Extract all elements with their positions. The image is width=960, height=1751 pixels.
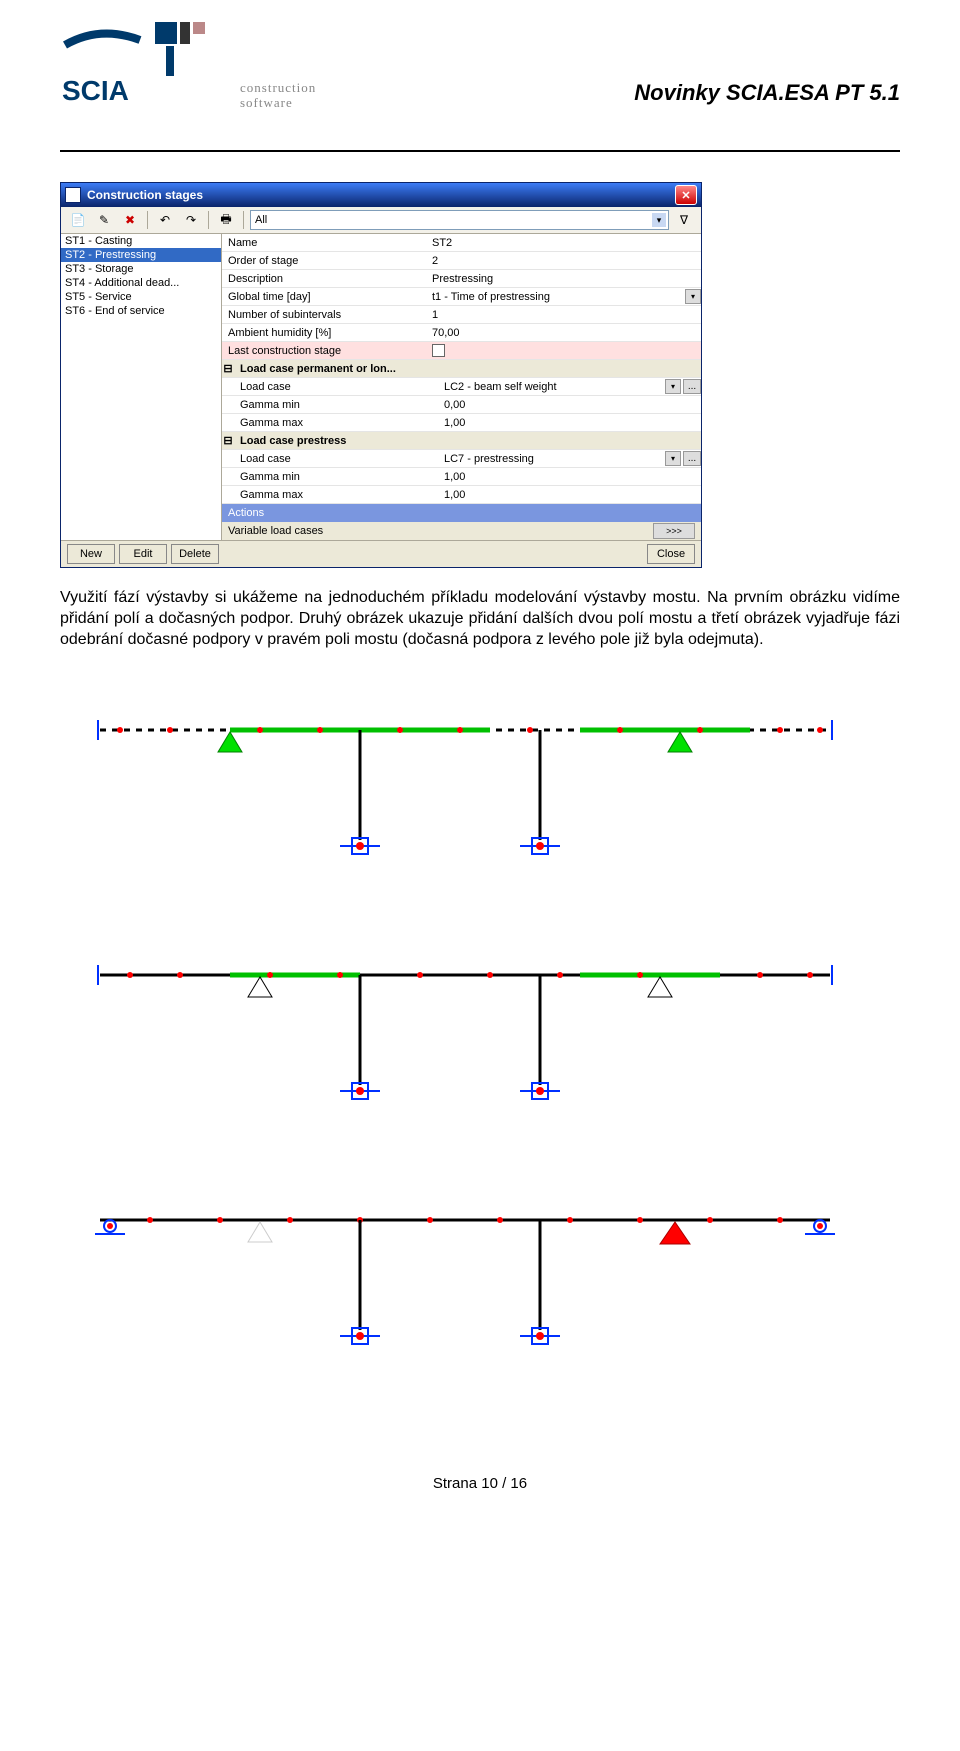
stage-item[interactable]: ST6 - End of service — [61, 304, 221, 318]
body-paragraph: Využití fází výstavby si ukážeme na jedn… — [60, 588, 900, 650]
scia-logo-icon: SCIA — [60, 20, 230, 110]
stage-item[interactable]: ST5 - Service — [61, 290, 221, 304]
prop-value[interactable]: 0,00 — [440, 399, 701, 411]
titlebar[interactable]: Construction stages ✕ — [61, 183, 701, 207]
window-icon — [65, 187, 81, 203]
group-label: Load case prestress — [234, 435, 346, 447]
prop-value[interactable]: t1 - Time of prestressing▾ — [428, 289, 701, 304]
delete-button[interactable]: Delete — [171, 544, 219, 564]
prop-value[interactable]: Prestressing — [428, 273, 701, 285]
print-icon[interactable]: 🖶 — [215, 209, 237, 231]
ellipsis-button[interactable]: ... — [683, 379, 701, 394]
chevron-down-icon[interactable]: ▾ — [665, 451, 681, 466]
stage-item[interactable]: ST2 - Prestressing — [61, 248, 221, 262]
prop-value[interactable]: LC7 - prestressing▾... — [440, 451, 701, 466]
prop-label: Order of stage — [222, 255, 428, 267]
collapse-icon[interactable]: ⊟ — [222, 362, 234, 375]
filter-combo[interactable]: All ▾ — [250, 210, 669, 230]
ellipsis-button[interactable]: ... — [683, 451, 701, 466]
chevron-down-icon[interactable]: ▾ — [652, 213, 666, 227]
svg-text:SCIA: SCIA — [62, 75, 129, 106]
actions-label: Variable load cases — [228, 525, 323, 537]
prop-value[interactable]: 1,00 — [440, 489, 701, 501]
page-footer: Strana 10 / 16 — [60, 1475, 900, 1492]
actions-header: Actions — [222, 504, 701, 522]
prop-value[interactable]: ST2 — [428, 237, 701, 249]
close-icon[interactable]: ✕ — [675, 185, 697, 205]
prop-label: Description — [222, 273, 428, 285]
logo-line-1: construction — [240, 81, 316, 95]
stage-item[interactable]: ST4 - Additional dead... — [61, 276, 221, 290]
toolbar: 📄 ✎ ✖ ↶ ↷ 🖶 All ▾ ∇ — [61, 207, 701, 234]
filter-icon[interactable]: ∇ — [673, 209, 695, 231]
redo-icon[interactable]: ↷ — [180, 209, 202, 231]
checkbox[interactable] — [432, 344, 445, 357]
dialog-footer: New Edit Delete Close — [61, 540, 701, 567]
stage-list[interactable]: ST1 - Casting ST2 - Prestressing ST3 - S… — [61, 234, 222, 540]
prop-label: Gamma min — [222, 399, 440, 411]
prop-label: Last construction stage — [222, 345, 428, 357]
chevron-down-icon[interactable]: ▾ — [665, 379, 681, 394]
edit-icon[interactable]: ✎ — [93, 209, 115, 231]
stage-item[interactable]: ST1 - Casting — [61, 234, 221, 248]
prop-value[interactable]: 2 — [428, 255, 701, 267]
bridge-diagram-3 — [60, 1180, 880, 1370]
edit-button[interactable]: Edit — [119, 544, 167, 564]
prop-label: Gamma max — [222, 417, 440, 429]
bridge-diagram-1 — [60, 690, 880, 880]
prop-value[interactable]: 70,00 — [428, 327, 701, 339]
page-header: SCIA construction software Novinky SCIA.… — [60, 20, 900, 110]
prop-value[interactable]: 1 — [428, 309, 701, 321]
filter-value: All — [255, 214, 267, 226]
prop-label: Name — [222, 237, 428, 249]
prop-label: Number of subintervals — [222, 309, 428, 321]
chevron-down-icon[interactable]: ▾ — [685, 289, 701, 304]
prop-label: Ambient humidity [%] — [222, 327, 428, 339]
prop-label: Gamma min — [222, 471, 440, 483]
bridge-diagram-2 — [60, 935, 880, 1125]
group-label: Load case permanent or lon... — [234, 363, 396, 375]
actions-row: Variable load cases >>> — [222, 522, 701, 540]
undo-icon[interactable]: ↶ — [154, 209, 176, 231]
prop-value[interactable] — [428, 344, 701, 357]
stage-item[interactable]: ST3 - Storage — [61, 262, 221, 276]
prop-value[interactable]: LC2 - beam self weight▾... — [440, 379, 701, 394]
logo-line-2: software — [240, 96, 316, 110]
prop-value[interactable]: 1,00 — [440, 471, 701, 483]
property-grid: NameST2 Order of stage2 DescriptionPrest… — [222, 234, 701, 540]
close-button[interactable]: Close — [647, 544, 695, 564]
logo: SCIA construction software — [60, 20, 316, 110]
document-title: Novinky SCIA.ESA PT 5.1 — [634, 80, 900, 106]
delete-icon[interactable]: ✖ — [119, 209, 141, 231]
expand-button[interactable]: >>> — [653, 523, 695, 539]
new-button[interactable]: New — [67, 544, 115, 564]
collapse-icon[interactable]: ⊟ — [222, 434, 234, 447]
prop-label: Load case — [222, 453, 440, 465]
prop-value[interactable]: 1,00 — [440, 417, 701, 429]
prop-label: Global time [day] — [222, 291, 428, 303]
header-divider — [60, 150, 900, 152]
prop-label: Gamma max — [222, 489, 440, 501]
new-icon[interactable]: 📄 — [67, 209, 89, 231]
construction-stages-dialog: Construction stages ✕ 📄 ✎ ✖ ↶ ↷ 🖶 All ▾ … — [60, 182, 702, 568]
prop-label: Load case — [222, 381, 440, 393]
window-title: Construction stages — [87, 188, 203, 202]
